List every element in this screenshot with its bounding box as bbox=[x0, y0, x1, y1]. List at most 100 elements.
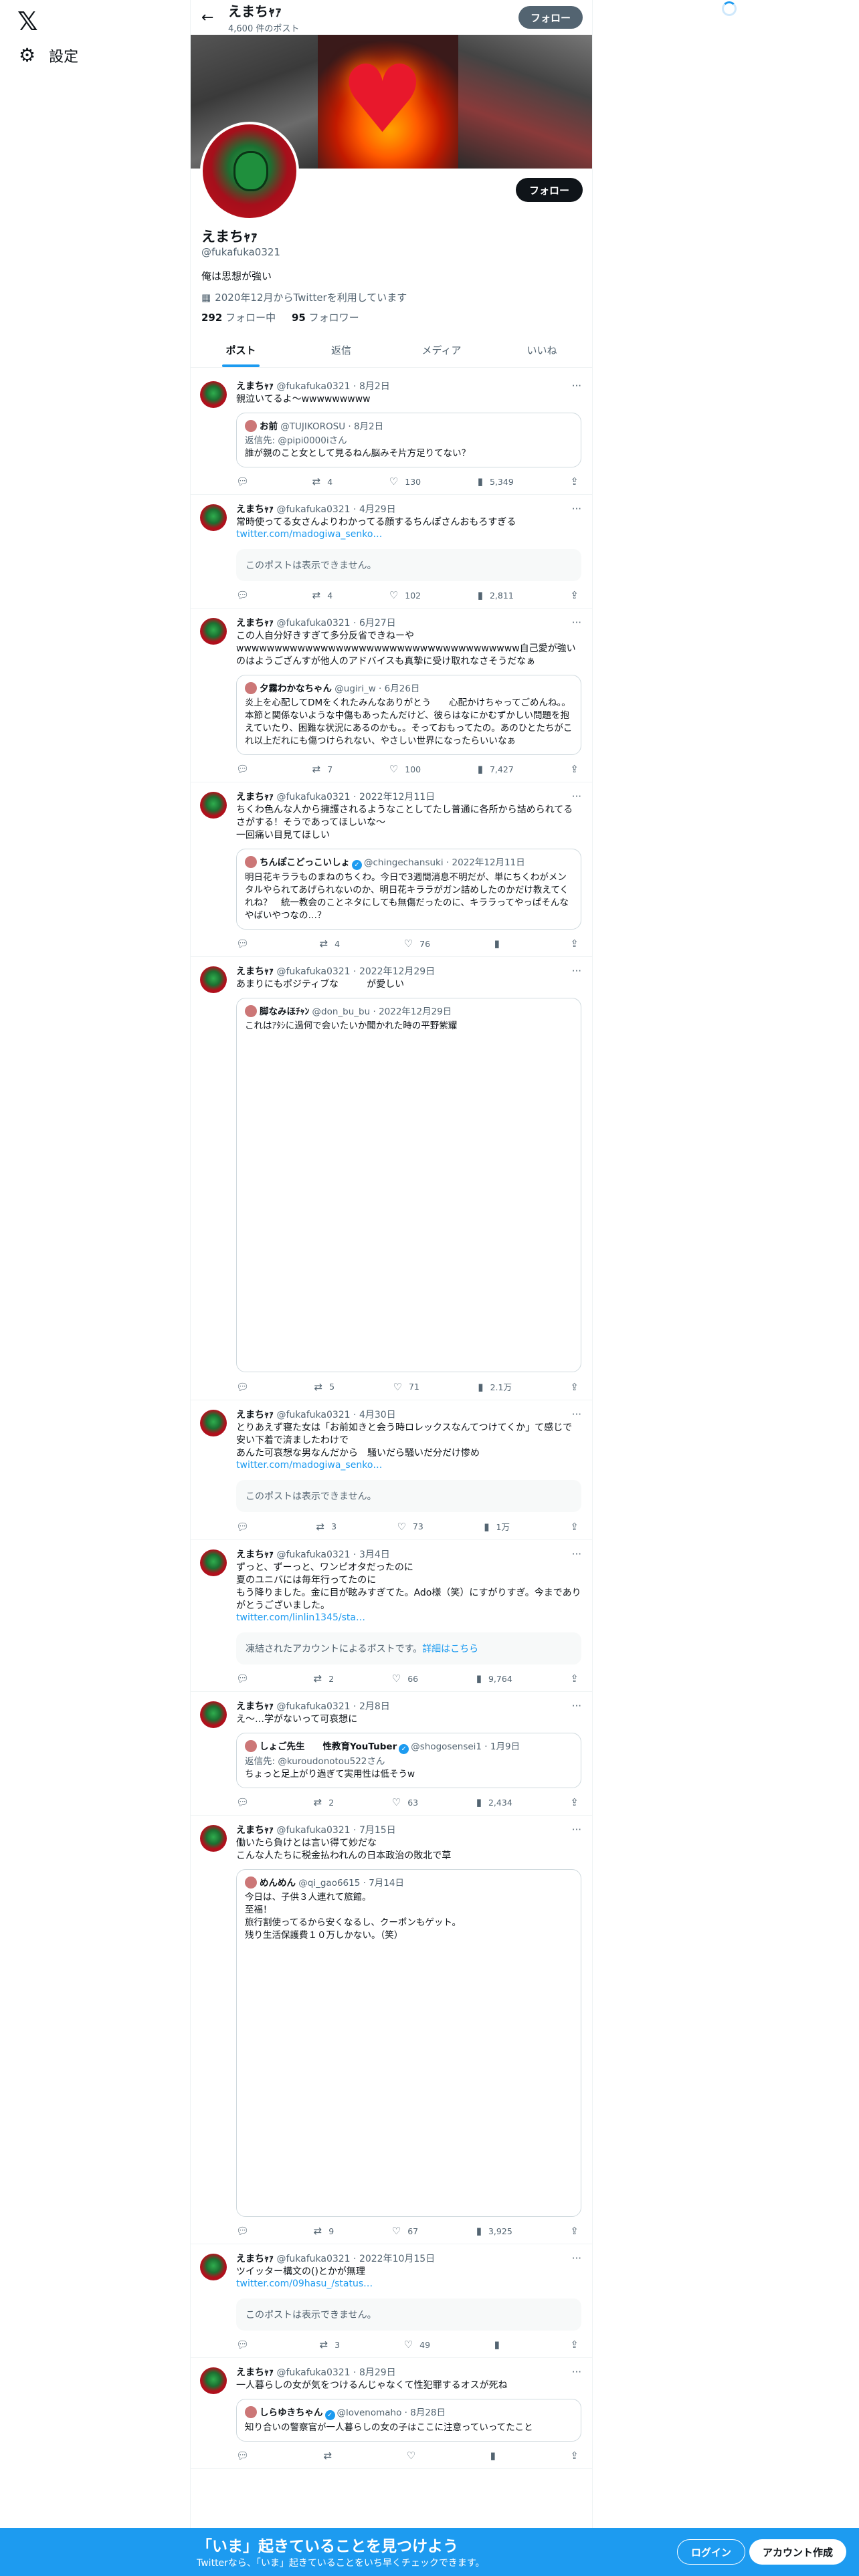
tweet-link[interactable]: twitter.com/madogiwa_senko… bbox=[236, 1460, 581, 1471]
tweet[interactable]: ··· えまちｬｧ @fukafuka0321 · 2022年10月15日 ツイッタ… bbox=[191, 2244, 592, 2358]
tweet-author-handle[interactable]: @fukafuka0321 bbox=[276, 504, 350, 515]
repost-button[interactable]: ⇄ 4 bbox=[320, 938, 341, 950]
tab-posts[interactable]: ポスト bbox=[191, 333, 291, 367]
share-button[interactable]: ⇪ bbox=[570, 475, 579, 488]
tweet-author-name[interactable]: えまちｬｧ bbox=[236, 1410, 274, 1420]
tweet-date[interactable]: 8月29日 bbox=[359, 2367, 396, 2378]
more-icon[interactable]: ··· bbox=[572, 2366, 581, 2378]
tab-media[interactable]: メディア bbox=[391, 333, 492, 367]
tweet-author-name[interactable]: えまちｬｧ bbox=[236, 381, 274, 392]
signup-button[interactable]: アカウント作成 bbox=[749, 2539, 847, 2565]
quoted-tweet[interactable]: しらゆきちゃん ✓ @lovenomaho · 8月28日 知り合いの警察官が一人暮ら… bbox=[236, 2399, 581, 2442]
tweet-date[interactable]: 2月8日 bbox=[359, 1701, 390, 1712]
repost-button[interactable]: ⇄ 7 bbox=[312, 763, 333, 775]
views-button[interactable]: ▮ 2,811 bbox=[478, 589, 514, 601]
like-button[interactable]: ♡ 130 bbox=[389, 475, 421, 488]
like-button[interactable]: ♡ 73 bbox=[397, 1520, 423, 1533]
tweet-date[interactable]: 2022年12月11日 bbox=[359, 792, 435, 802]
login-button[interactable]: ログイン bbox=[677, 2539, 746, 2565]
share-button[interactable]: ⇪ bbox=[570, 938, 579, 950]
quoted-tweet[interactable]: お前 @TUJIKOROSU · 8月2日 返信先: @pipi0000iさん 誰が… bbox=[236, 413, 581, 467]
tweet-avatar[interactable] bbox=[200, 792, 227, 819]
quoted-tweet[interactable]: 夕霧わかなちゃん @ugiri_w · 6月26日 炎上を心配してDMをくれたみん… bbox=[236, 675, 581, 755]
back-arrow-icon[interactable]: ← bbox=[201, 9, 228, 26]
header-follow-button[interactable]: フォロー bbox=[518, 6, 583, 29]
repost-button[interactable]: ⇄ 2 bbox=[314, 1796, 335, 1808]
share-button[interactable]: ⇪ bbox=[570, 2450, 579, 2462]
repost-button[interactable]: ⇄ 2 bbox=[314, 1673, 335, 1685]
views-button[interactable]: ▮ 9,764 bbox=[476, 1673, 512, 1685]
share-button[interactable]: ⇪ bbox=[570, 2225, 579, 2237]
tweet[interactable]: ··· えまちｬｧ @fukafuka0321 · 7月15日 働いたら負けとは言い… bbox=[191, 1816, 592, 2244]
tweet-author-name[interactable]: えまちｬｧ bbox=[236, 504, 274, 515]
like-button[interactable]: ♡ 100 bbox=[389, 763, 421, 775]
tweet[interactable]: ··· えまちｬｧ @fukafuka0321 · 8月29日 一人暮らしの女が気を… bbox=[191, 2358, 592, 2469]
tweet-author-name[interactable]: えまちｬｧ bbox=[236, 1549, 274, 1560]
tweet[interactable]: ··· えまちｬｧ @fukafuka0321 · 2022年12月11日 ちくわ色… bbox=[191, 782, 592, 957]
like-button[interactable]: ♡ 76 bbox=[404, 938, 430, 950]
followers-link[interactable]: 95 フォロワー bbox=[292, 312, 359, 324]
share-button[interactable]: ⇪ bbox=[570, 1520, 579, 1533]
more-icon[interactable]: ··· bbox=[572, 790, 581, 802]
tweet-date[interactable]: 4月30日 bbox=[359, 1410, 396, 1420]
tweet-avatar[interactable] bbox=[200, 2254, 227, 2280]
repost-button[interactable]: ⇄ 5 bbox=[314, 1380, 335, 1393]
tweet-avatar[interactable] bbox=[200, 1549, 227, 1576]
reply-button[interactable]: 💬︎ bbox=[236, 1520, 256, 1533]
reply-button[interactable]: 💬︎ bbox=[236, 2225, 256, 2237]
tweet[interactable]: ··· えまちｬｧ @fukafuka0321 · 3月4日 ずっと、ずーっと、ワン… bbox=[191, 1540, 592, 1692]
reply-button[interactable]: 💬︎ bbox=[236, 589, 256, 601]
profile-avatar[interactable] bbox=[200, 122, 299, 221]
reply-button[interactable]: 💬︎ bbox=[236, 763, 256, 775]
tweet-author-name[interactable]: えまちｬｧ bbox=[236, 2367, 274, 2378]
like-button[interactable]: ♡ 49 bbox=[404, 2339, 430, 2351]
like-button[interactable]: ♡ 66 bbox=[392, 1673, 418, 1685]
tweet-avatar[interactable] bbox=[200, 1410, 227, 1436]
tweet-avatar[interactable] bbox=[200, 504, 227, 531]
repost-button[interactable]: ⇄ 3 bbox=[316, 1520, 337, 1533]
share-button[interactable]: ⇪ bbox=[570, 1380, 579, 1393]
tweet-date[interactable]: 4月29日 bbox=[359, 504, 396, 515]
like-button[interactable]: ♡ 67 bbox=[392, 2225, 418, 2237]
tweet-link[interactable]: twitter.com/linlin1345/sta… bbox=[236, 1612, 581, 1623]
tweet-date[interactable]: 3月4日 bbox=[359, 1549, 390, 1560]
reply-button[interactable]: 💬︎ bbox=[236, 938, 256, 950]
like-button[interactable]: ♡ bbox=[407, 2450, 422, 2462]
repost-button[interactable]: ⇄ 9 bbox=[314, 2225, 335, 2237]
tweet-avatar[interactable] bbox=[200, 1825, 227, 1852]
tweet-author-name[interactable]: えまちｬｧ bbox=[236, 792, 274, 802]
tweet-author-handle[interactable]: @fukafuka0321 bbox=[276, 792, 350, 802]
tweet-date[interactable]: 2022年10月15日 bbox=[359, 2254, 435, 2264]
views-button[interactable]: ▮ 1万 bbox=[484, 1520, 510, 1533]
views-button[interactable]: ▮ bbox=[490, 2450, 502, 2462]
tab-replies[interactable]: 返信 bbox=[291, 333, 391, 367]
tweet-avatar[interactable] bbox=[200, 618, 227, 645]
tweet-author-name[interactable]: えまちｬｧ bbox=[236, 1701, 274, 1712]
tweet-date[interactable]: 2022年12月29日 bbox=[359, 966, 435, 977]
tweet-author-handle[interactable]: @fukafuka0321 bbox=[276, 1410, 350, 1420]
tweet[interactable]: ··· えまちｬｧ @fukafuka0321 · 2022年12月29日 あまりに… bbox=[191, 957, 592, 1400]
like-button[interactable]: ♡ 71 bbox=[393, 1380, 419, 1393]
quoted-tweet[interactable]: めんめん @qi_gao6615 · 7月14日 今日は、子供３人連れて旅館。 至… bbox=[236, 1869, 581, 2217]
tweet-date[interactable]: 6月27日 bbox=[359, 618, 396, 629]
more-icon[interactable]: ··· bbox=[572, 503, 581, 515]
repost-button[interactable]: ⇄ 4 bbox=[312, 475, 333, 488]
nav-settings[interactable]: ⚙ 設定 bbox=[19, 44, 78, 66]
tweet-author-handle[interactable]: @fukafuka0321 bbox=[276, 966, 350, 977]
views-button[interactable]: ▮ 5,349 bbox=[478, 475, 514, 488]
tweet-author-handle[interactable]: @fukafuka0321 bbox=[276, 1701, 350, 1712]
more-icon[interactable]: ··· bbox=[572, 2252, 581, 2264]
like-button[interactable]: ♡ 63 bbox=[392, 1796, 418, 1808]
tweet-author-name[interactable]: えまちｬｧ bbox=[236, 2254, 274, 2264]
quoted-tweet[interactable]: 脚なみほﾁｬﾝ @don_bu_bu · 2022年12月29日 これはｱﾀｼに過… bbox=[236, 998, 581, 1372]
more-icon[interactable]: ··· bbox=[572, 1824, 581, 1836]
tweet-date[interactable]: 8月2日 bbox=[359, 381, 390, 392]
reply-button[interactable]: 💬︎ bbox=[236, 2450, 256, 2462]
tweet-date[interactable]: 7月15日 bbox=[359, 1825, 396, 1836]
tweet-link[interactable]: twitter.com/09hasu_/status… bbox=[236, 2278, 581, 2289]
more-icon[interactable]: ··· bbox=[572, 617, 581, 629]
tweet-avatar[interactable] bbox=[200, 381, 227, 408]
more-icon[interactable]: ··· bbox=[572, 1548, 581, 1560]
views-button[interactable]: ▮ bbox=[494, 938, 506, 950]
reply-button[interactable]: 💬︎ bbox=[236, 1380, 256, 1393]
